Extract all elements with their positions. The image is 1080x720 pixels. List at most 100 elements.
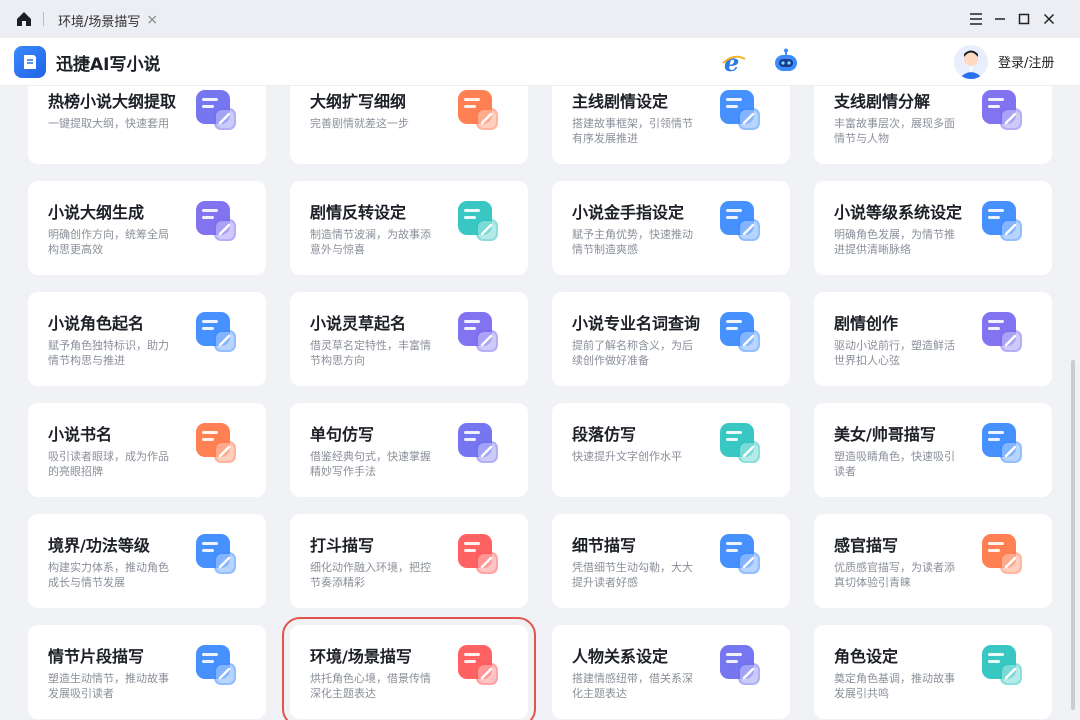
tool-card[interactable]: 细节描写凭借细节生动勾勒，大大提升读者好感 [552,514,790,608]
tool-card[interactable]: 热榜小说大纲提取 一键提取大纲，快速套用 [28,86,266,164]
card-description: 驱动小说前行，塑造鲜活世界扣人心弦 [834,339,955,367]
tool-card[interactable]: 小说大纲生成明确创作方向，统筹全局构思更高效 [28,181,266,275]
maximize-icon[interactable] [1011,6,1037,32]
tab-scene-writing[interactable]: 环境/场景描写 × [58,6,158,34]
list-expand-icon [454,86,504,134]
card-description: 提前了解名称含义，为后续创作做好准备 [572,339,693,367]
card-title: 境界/功法等级 [48,536,150,555]
tool-card[interactable]: 感官描写 优质感官描写，为读者添真切体验引青睐 [814,514,1052,608]
tool-card[interactable]: 剧情反转设定制造情节波澜，为故事添意外与惊喜 [290,181,528,275]
card-description: 吸引读者眼球，成为作品的亮眼招牌 [48,450,169,478]
card-description: 塑造生动情节，推动故事发展吸引读者 [48,672,169,700]
tool-card[interactable]: 主线剧情设定 搭建故事框架，引领情节有序发展推进 [552,86,790,164]
role-mask-icon [978,639,1028,689]
realm-level-icon [192,528,242,578]
app-logo-icon [14,46,46,78]
tab-close-icon[interactable]: × [146,12,158,28]
card-title: 小说灵草起名 [310,314,407,333]
card-description: 明确角色发展，为情节推进提供清晰脉络 [834,228,955,256]
tool-card[interactable]: 小说专业名词查询 提前了解名称含义，为后续创作做好准备 [552,292,790,386]
layers-fire-icon [192,86,242,134]
app-title: 迅捷AI写小说 [56,55,161,75]
book-title-icon [192,417,242,467]
card-title: 美女/帅哥描写 [834,425,936,444]
tool-card[interactable]: 小说等级系统设定明确角色发展，为情节推进提供清晰脉络 [814,181,1052,275]
card-title: 情节片段描写 [48,647,145,666]
tool-card[interactable]: 单句仿写 借鉴经典句式，快速掌握精妙写作手法 [290,403,528,497]
card-title: 小说角色起名 [48,314,145,333]
card-title: 大纲扩写细纲 [310,92,407,111]
tool-card[interactable]: 环境/场景描写烘托角色心境，借景传情深化主题表达 [282,617,536,720]
card-description: 优质感官描写，为读者添真切体验引青睐 [834,561,955,589]
beauty-portrait-icon [978,417,1028,467]
card-description: 搭建情感纽带，借关系深化主题表达 [572,672,693,700]
detail-writing-icon [716,528,766,578]
home-icon[interactable] [14,9,34,29]
tool-card[interactable]: 打斗描写 细化动作融入环境，把控节奏添精彩 [290,514,528,608]
card-title: 小说书名 [48,425,113,444]
tool-card[interactable]: 大纲扩写细纲完善剧情就差这一步 [290,86,528,164]
golden-finger-icon [716,195,766,245]
tab-label: 环境/场景描写 [58,14,141,30]
card-title: 细节描写 [572,536,637,555]
card-title: 环境/场景描写 [310,647,412,666]
card-title: 剧情创作 [834,314,899,333]
tool-card[interactable]: 小说金手指设定 赋予主角优势，快速推动情节制造爽感 [552,181,790,275]
card-description: 奠定角色基调，推动故事发展引共鸣 [834,672,955,700]
tool-card[interactable]: 情节片段描写塑造生动情节，推动故事发展吸引读者 [28,625,266,719]
card-description: 明确创作方向，统筹全局构思更高效 [48,228,169,256]
tool-card[interactable]: 角色设定奠定角色基调，推动故事发展引共鸣 [814,625,1052,719]
plot-writing-icon [978,306,1028,356]
card-title: 打斗描写 [310,536,375,555]
tool-card[interactable]: 小说角色起名赋予角色独特标识，助力情节构思与推进 [28,292,266,386]
close-window-icon[interactable] [1036,6,1062,32]
scrollbar-thumb[interactable] [1071,360,1075,710]
card-description: 构建实力体系，推动角色成长与情节发展 [48,561,169,589]
sensory-lips-icon [978,528,1028,578]
svg-text:e: e [724,49,739,75]
tool-card[interactable]: 支线剧情分解 丰富故事层次，展现多面情节与人物 [814,86,1052,164]
tool-card[interactable]: 美女/帅哥描写 塑造吸睛角色，快速吸引读者 [814,403,1052,497]
card-title: 小说大纲生成 [48,203,145,222]
card-description: 赋予主角优势，快速推动情节制造爽感 [572,228,693,256]
app-header: 迅捷AI写小说 e 登录/注册 [0,38,1080,86]
avatar[interactable] [954,45,988,79]
plot-fragment-icon [192,639,242,689]
card-description: 借鉴经典句式，快速掌握精妙写作手法 [310,450,431,478]
tool-card[interactable]: 境界/功法等级构建实力体系，推动角色成长与情节发展 [28,514,266,608]
plot-settings-icon [716,86,766,134]
tool-card[interactable]: 段落仿写 快速提升文字创作水平 [552,403,790,497]
login-register-link[interactable]: 登录/注册 [998,52,1054,71]
card-description: 借灵草名定特性，丰富情节构思方向 [310,339,431,367]
card-description: 搭建故事框架，引领情节有序发展推进 [572,117,693,145]
tool-card[interactable]: 小说书名吸引读者眼球，成为作品的亮眼招牌 [28,403,266,497]
fight-scene-icon [454,528,504,578]
card-description: 赋予角色独特标识，助力情节构思与推进 [48,339,169,367]
card-description: 烘托角色心境，借景传情深化主题表达 [310,672,431,700]
card-title: 剧情反转设定 [310,203,407,222]
browser-icon[interactable]: e [718,46,750,78]
card-title: 小说等级系统设定 [834,203,963,222]
tool-card[interactable]: 剧情创作驱动小说前行，塑造鲜活世界扣人心弦 [814,292,1052,386]
herb-name-icon [454,306,504,356]
card-description: 凭借细节生动勾勒，大大提升读者好感 [572,561,693,589]
card-description: 制造情节波澜，为故事添意外与惊喜 [310,228,431,256]
tab-divider [43,12,44,26]
tool-card[interactable]: 人物关系设定搭建情感纽带，借关系深化主题表达 [552,625,790,719]
card-description: 一键提取大纲，快速套用 [48,117,169,130]
card-title: 角色设定 [834,647,899,666]
minimize-icon[interactable] [987,6,1013,32]
tool-card[interactable]: 小说灵草起名借灵草名定特性，丰富情节构思方向 [290,292,528,386]
card-description: 快速提升文字创作水平 [572,450,682,463]
scene-leaf-icon [454,639,504,689]
card-title: 支线剧情分解 [834,92,931,111]
menu-icon[interactable] [963,6,989,32]
tab-bar: 环境/场景描写 × [0,0,1080,38]
card-title: 人物关系设定 [572,647,669,666]
term-search-icon [716,306,766,356]
outline-generate-icon [192,195,242,245]
level-system-icon [978,195,1028,245]
robot-assistant-icon[interactable] [770,46,802,78]
plot-twist-icon [454,195,504,245]
card-description: 完善剧情就差这一步 [310,117,409,130]
